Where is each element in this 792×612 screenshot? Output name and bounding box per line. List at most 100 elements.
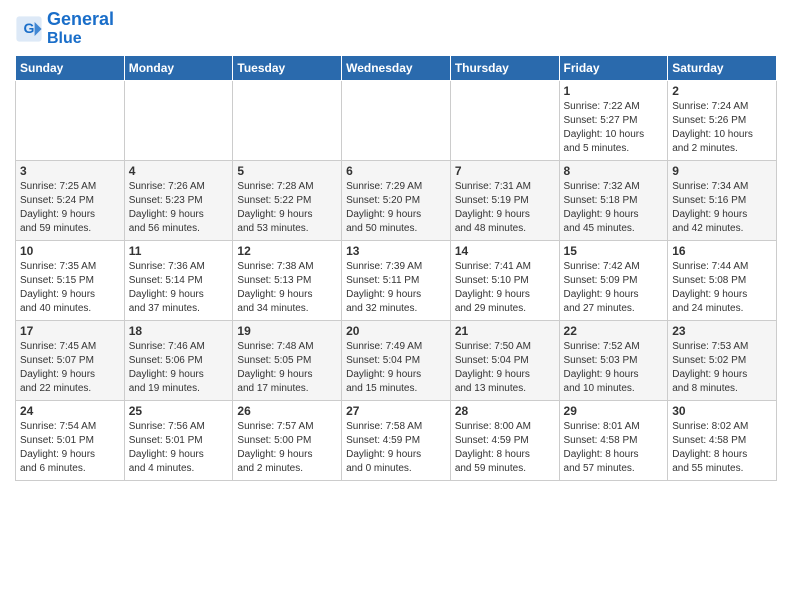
day-number: 12 [237,244,337,258]
day-number: 8 [564,164,664,178]
day-number: 23 [672,324,772,338]
day-info: Sunrise: 7:54 AM Sunset: 5:01 PM Dayligh… [20,420,120,476]
day-info: Sunrise: 7:57 AM Sunset: 5:00 PM Dayligh… [237,420,337,476]
day-number: 21 [455,324,555,338]
day-number: 4 [129,164,229,178]
weekday-header: Monday [124,56,233,81]
day-number: 30 [672,404,772,418]
day-info: Sunrise: 8:00 AM Sunset: 4:59 PM Dayligh… [455,420,555,476]
day-info: Sunrise: 8:02 AM Sunset: 4:58 PM Dayligh… [672,420,772,476]
day-number: 27 [346,404,446,418]
calendar-cell [342,81,451,161]
calendar-week-row: 10 Sunrise: 7:35 AM Sunset: 5:15 PM Dayli… [16,241,777,321]
calendar-cell: 19Sunrise: 7:48 AM Sunset: 5:05 PM Dayli… [233,321,342,401]
day-number: 25 [129,404,229,418]
day-info: Sunrise: 7:58 AM Sunset: 4:59 PM Dayligh… [346,420,446,476]
day-number: 26 [237,404,337,418]
calendar-cell: 7 Sunrise: 7:31 AM Sunset: 5:19 PM Daylig… [450,161,559,241]
calendar-cell: 10 Sunrise: 7:35 AM Sunset: 5:15 PM Dayli… [16,241,125,321]
calendar-week-row: 17 Sunrise: 7:45 AM Sunset: 5:07 PM Dayli… [16,321,777,401]
day-info: Sunrise: 7:34 AM Sunset: 5:16 PM Dayligh… [672,180,772,236]
day-number: 11 [129,244,229,258]
calendar-cell [124,81,233,161]
calendar-cell: 29 Sunrise: 8:01 AM Sunset: 4:58 PM Dayli… [559,401,668,481]
calendar-cell: 24 Sunrise: 7:54 AM Sunset: 5:01 PM Dayli… [16,401,125,481]
day-number: 17 [20,324,120,338]
calendar-cell: 5 Sunrise: 7:28 AM Sunset: 5:22 PM Daylig… [233,161,342,241]
day-number: 29 [564,404,664,418]
day-info: Sunrise: 7:49 AM Sunset: 5:04 PM Dayligh… [346,340,446,396]
day-info: Sunrise: 7:26 AM Sunset: 5:23 PM Dayligh… [129,180,229,236]
day-number: 13 [346,244,446,258]
logo-text: General Blue [47,10,114,47]
calendar-cell: 23Sunrise: 7:53 AM Sunset: 5:02 PM Dayli… [668,321,777,401]
day-info: Sunrise: 7:31 AM Sunset: 5:19 PM Dayligh… [455,180,555,236]
day-number: 22 [564,324,664,338]
svg-text:G: G [24,20,35,36]
day-info: Sunrise: 7:36 AM Sunset: 5:14 PM Dayligh… [129,260,229,316]
calendar-cell: 2 Sunrise: 7:24 AM Sunset: 5:26 PM Daylig… [668,81,777,161]
day-number: 7 [455,164,555,178]
day-number: 28 [455,404,555,418]
day-number: 15 [564,244,664,258]
day-info: Sunrise: 7:52 AM Sunset: 5:03 PM Dayligh… [564,340,664,396]
calendar-cell: 27 Sunrise: 7:58 AM Sunset: 4:59 PM Dayli… [342,401,451,481]
calendar-cell [16,81,125,161]
day-number: 5 [237,164,337,178]
day-info: Sunrise: 7:50 AM Sunset: 5:04 PM Dayligh… [455,340,555,396]
calendar-cell: 22 Sunrise: 7:52 AM Sunset: 5:03 PM Dayli… [559,321,668,401]
day-info: Sunrise: 7:28 AM Sunset: 5:22 PM Dayligh… [237,180,337,236]
day-number: 20 [346,324,446,338]
calendar-cell: 26 Sunrise: 7:57 AM Sunset: 5:00 PM Dayli… [233,401,342,481]
weekday-header: Tuesday [233,56,342,81]
day-info: Sunrise: 7:22 AM Sunset: 5:27 PM Dayligh… [564,100,664,156]
weekday-header: Saturday [668,56,777,81]
calendar-cell: 30 Sunrise: 8:02 AM Sunset: 4:58 PM Dayli… [668,401,777,481]
day-info: Sunrise: 7:46 AM Sunset: 5:06 PM Dayligh… [129,340,229,396]
day-number: 6 [346,164,446,178]
logo: G General Blue [15,10,114,47]
day-number: 16 [672,244,772,258]
weekday-header: Thursday [450,56,559,81]
day-info: Sunrise: 7:25 AM Sunset: 5:24 PM Dayligh… [20,180,120,236]
calendar-cell: 1Sunrise: 7:22 AM Sunset: 5:27 PM Daylig… [559,81,668,161]
page-header: G General Blue [15,10,777,47]
calendar-week-row: 1Sunrise: 7:22 AM Sunset: 5:27 PM Daylig… [16,81,777,161]
day-number: 14 [455,244,555,258]
day-number: 10 [20,244,120,258]
calendar-cell: 12 Sunrise: 7:38 AM Sunset: 5:13 PM Dayli… [233,241,342,321]
weekday-header: Sunday [16,56,125,81]
calendar-table: SundayMondayTuesdayWednesdayThursdayFrid… [15,55,777,481]
day-info: Sunrise: 7:35 AM Sunset: 5:15 PM Dayligh… [20,260,120,316]
calendar-cell: 4 Sunrise: 7:26 AM Sunset: 5:23 PM Daylig… [124,161,233,241]
calendar-cell: 13Sunrise: 7:39 AM Sunset: 5:11 PM Dayli… [342,241,451,321]
day-info: Sunrise: 7:24 AM Sunset: 5:26 PM Dayligh… [672,100,772,156]
day-info: Sunrise: 7:41 AM Sunset: 5:10 PM Dayligh… [455,260,555,316]
weekday-header: Friday [559,56,668,81]
day-number: 18 [129,324,229,338]
calendar-cell: 9Sunrise: 7:34 AM Sunset: 5:16 PM Daylig… [668,161,777,241]
calendar-cell: 20 Sunrise: 7:49 AM Sunset: 5:04 PM Dayli… [342,321,451,401]
day-info: Sunrise: 7:42 AM Sunset: 5:09 PM Dayligh… [564,260,664,316]
day-info: Sunrise: 7:32 AM Sunset: 5:18 PM Dayligh… [564,180,664,236]
day-info: Sunrise: 7:38 AM Sunset: 5:13 PM Dayligh… [237,260,337,316]
calendar-cell: 15 Sunrise: 7:42 AM Sunset: 5:09 PM Dayli… [559,241,668,321]
day-number: 2 [672,84,772,98]
calendar-cell: 21 Sunrise: 7:50 AM Sunset: 5:04 PM Dayli… [450,321,559,401]
calendar-cell [233,81,342,161]
day-info: Sunrise: 8:01 AM Sunset: 4:58 PM Dayligh… [564,420,664,476]
calendar-cell: 16Sunrise: 7:44 AM Sunset: 5:08 PM Dayli… [668,241,777,321]
calendar-header: SundayMondayTuesdayWednesdayThursdayFrid… [16,56,777,81]
weekday-header-row: SundayMondayTuesdayWednesdayThursdayFrid… [16,56,777,81]
day-number: 24 [20,404,120,418]
calendar-body: 1Sunrise: 7:22 AM Sunset: 5:27 PM Daylig… [16,81,777,481]
day-number: 3 [20,164,120,178]
calendar-cell: 11 Sunrise: 7:36 AM Sunset: 5:14 PM Dayli… [124,241,233,321]
calendar-cell: 25 Sunrise: 7:56 AM Sunset: 5:01 PM Dayli… [124,401,233,481]
calendar-cell: 17 Sunrise: 7:45 AM Sunset: 5:07 PM Dayli… [16,321,125,401]
calendar-cell: 3 Sunrise: 7:25 AM Sunset: 5:24 PM Daylig… [16,161,125,241]
day-info: Sunrise: 7:56 AM Sunset: 5:01 PM Dayligh… [129,420,229,476]
calendar-week-row: 3 Sunrise: 7:25 AM Sunset: 5:24 PM Daylig… [16,161,777,241]
calendar-cell: 6Sunrise: 7:29 AM Sunset: 5:20 PM Daylig… [342,161,451,241]
day-info: Sunrise: 7:45 AM Sunset: 5:07 PM Dayligh… [20,340,120,396]
